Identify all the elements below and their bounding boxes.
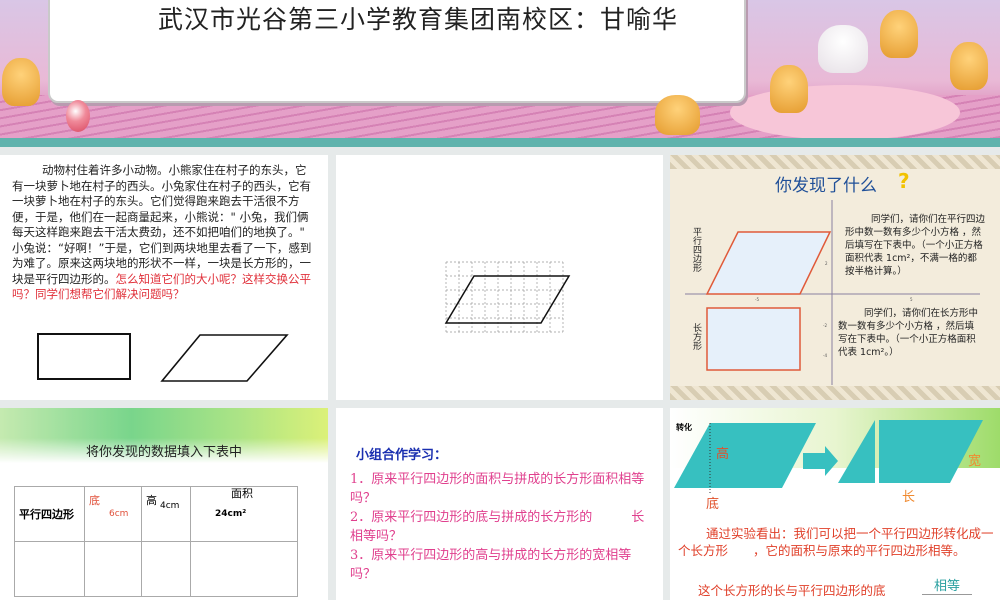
cat-illustration	[950, 42, 988, 90]
axis-tick: -4	[823, 353, 827, 358]
instruction-parallelogram: 同学们，请你们在平行四边形中数一数有多少个小方格 ，然后填写在下表中。（一个小正…	[845, 214, 986, 277]
data-table: 平行四边形 底 6cm 高 4cm 面积 24cm²	[14, 486, 298, 597]
area-value: 24cm²	[215, 509, 247, 519]
slide-title: 你发现了什么	[775, 176, 877, 196]
cat-illustration	[655, 95, 700, 135]
slide-what-did-you-find[interactable]: 你发现了什么 ? -5 5 2 -2 -4 平行四边形 长方形 同学们，请你们在…	[670, 155, 1000, 400]
story-body: 动物村住着许多小动物。小熊家住在村子的东头，它有一块萝卜地在村子的西头。小兔家住…	[12, 163, 312, 286]
instruction-rectangle: 同学们，请你们在长方形中数一数有多少个小方格 ，然后填写在下表中。（一个小正方格…	[838, 308, 979, 358]
slide-title: 将你发现的数据填入下表中	[85, 445, 242, 460]
label-rectangle: 长方形	[691, 323, 701, 350]
blanket-decoration	[730, 85, 960, 140]
ball-illustration	[66, 100, 90, 132]
question-mark-icon: ?	[898, 169, 910, 193]
title-box: 武汉市光谷第三小学教育集团南校区：甘喻华	[48, 0, 746, 103]
base-label: 底	[89, 494, 100, 507]
axis-tick: 2	[825, 261, 828, 266]
slide-transformation[interactable]: 转化 高 底 宽 长 通过实验看出：我们可以把一个平行四边形转化成一个长方形 ，…	[670, 408, 1000, 600]
parallelogram-shape	[160, 334, 289, 382]
base-value: 6cm	[109, 509, 129, 519]
axis-tick: -5	[755, 297, 759, 302]
axis-tick: -2	[823, 323, 827, 328]
height-value: 4cm	[160, 501, 180, 511]
width-label: 宽	[968, 454, 982, 469]
area-label: 面积	[231, 487, 253, 500]
slide-story[interactable]: 动物村住着许多小动物。小熊家住在村子的东头，它有一块萝卜地在村子的西头。小兔家住…	[0, 155, 328, 400]
question-item: 2．原来平行四边形的底与拼成的长方形的 长相等吗？	[350, 510, 645, 544]
title-slide-banner: 武汉市光谷第三小学教育集团南校区：甘喻华	[0, 0, 1000, 147]
slide-heading: 小组合作学习：	[356, 448, 448, 463]
question-list: 1．原来平行四边形的面积与拼成的长方形面积相等吗？ 2．原来平行四边形的底与拼成…	[350, 470, 655, 584]
height-label: 高	[146, 494, 157, 507]
answer-blank: 相等	[922, 575, 973, 595]
question-item: 1．原来平行四边形的面积与拼成的长方形面积相等吗？	[350, 472, 645, 506]
table-row	[14, 541, 298, 597]
presentation-author-title: 武汉市光谷第三小学教育集团南校区：甘喻华	[158, 5, 679, 34]
length-label: 长	[902, 490, 916, 505]
base-label: 底	[706, 497, 720, 512]
row-label: 平行四边形	[14, 486, 85, 542]
grid-parallelogram	[444, 261, 571, 333]
slide-group-study[interactable]: 小组合作学习： 1．原来平行四边形的面积与拼成的长方形面积相等吗？ 2．原来平行…	[336, 408, 663, 600]
white-cat-illustration	[818, 25, 868, 73]
axis-tick: 5	[910, 297, 913, 302]
label-parallelogram: 平行四边形	[691, 227, 701, 272]
table-row: 平行四边形 底 6cm 高 4cm 面积 24cm²	[14, 486, 298, 542]
rectangle-shape	[37, 333, 131, 380]
cat-illustration	[2, 58, 40, 106]
story-text: 动物村住着许多小动物。小熊家住在村子的东头，它有一块萝卜地在村子的西头。小兔家住…	[12, 163, 312, 303]
teal-strip	[0, 138, 1000, 147]
conclusion-line: 这个长方形的长与平行四边形的底	[698, 583, 886, 598]
conclusion-text: 通过实验看出：我们可以把一个平行四边形转化成一个长方形 ，它的面积与原来的平行四…	[678, 526, 994, 558]
cat-illustration	[880, 10, 918, 58]
border-pattern	[670, 155, 1000, 169]
question-item: 3．原来平行四边形的高与拼成的长方形的宽相等吗？	[350, 548, 632, 582]
slide-grid[interactable]	[336, 155, 663, 400]
slide-data-table[interactable]: 将你发现的数据填入下表中 平行四边形 底 6cm 高 4cm 面积 24cm²	[0, 408, 328, 600]
cat-illustration	[770, 65, 808, 113]
height-label: 高	[716, 447, 730, 462]
